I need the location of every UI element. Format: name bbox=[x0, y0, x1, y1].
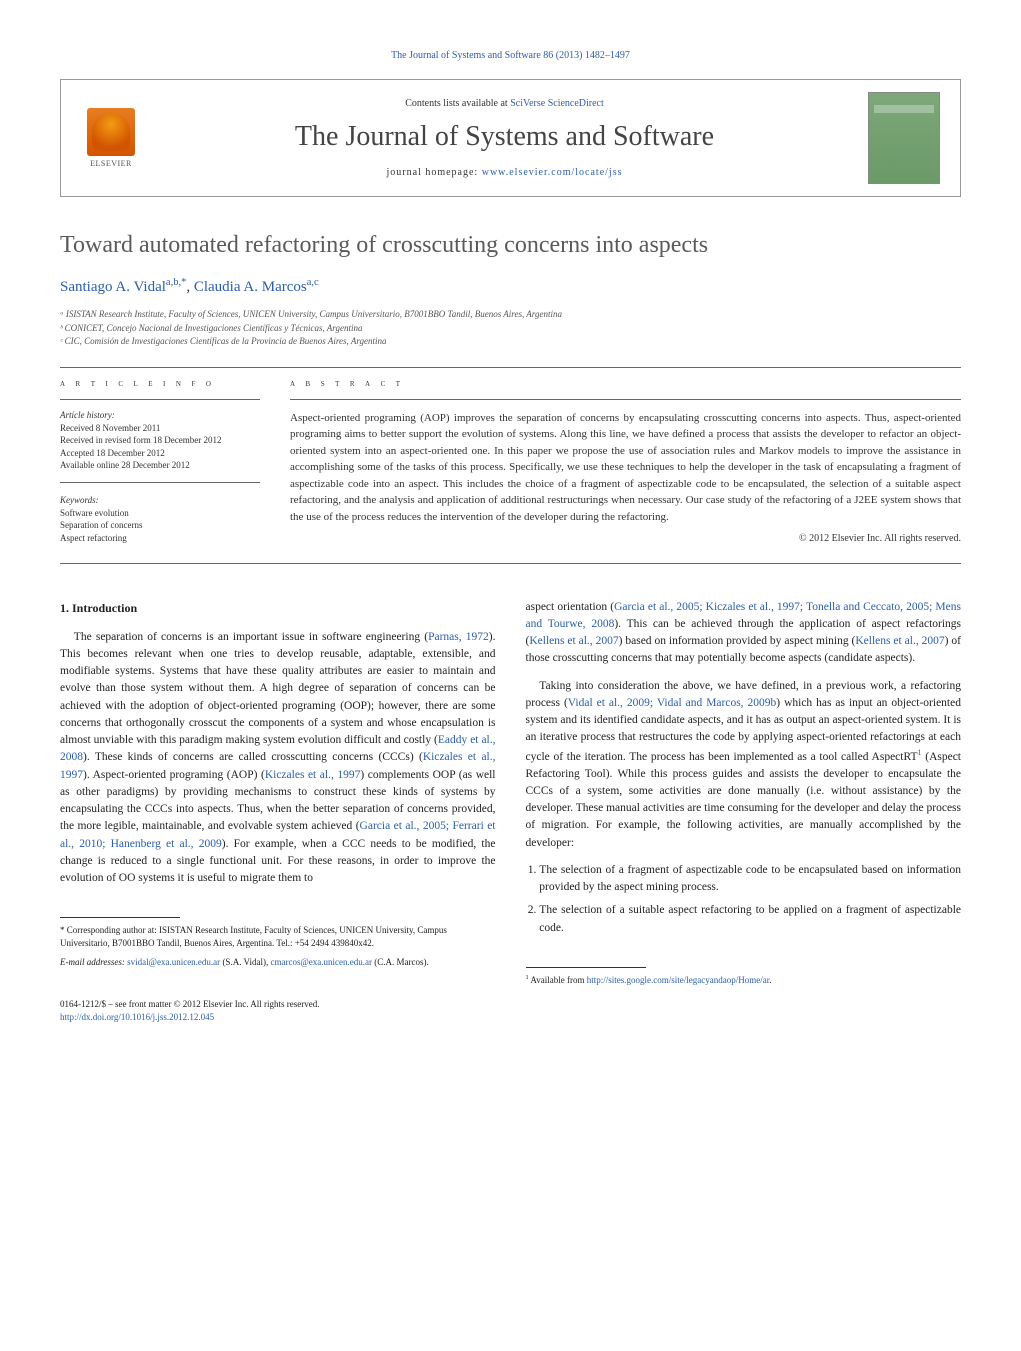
footnote-1: 1 Available from http://sites.google.com… bbox=[526, 974, 962, 987]
authors-line: Santiago A. Vidala,b,*, Claudia A. Marco… bbox=[60, 277, 961, 296]
abstract-rule bbox=[290, 399, 961, 400]
journal-homepage-line: journal homepage: www.elsevier.com/locat… bbox=[161, 167, 848, 178]
intro-text-a: The separation of concerns is an importa… bbox=[74, 631, 428, 643]
article-info-header: A R T I C L E I N F O bbox=[60, 378, 260, 389]
history-revised: Received in revised form 18 December 201… bbox=[60, 434, 260, 447]
contents-prefix: Contents lists available at bbox=[405, 98, 510, 109]
body-column-right: aspect orientation (Garcia et al., 2005;… bbox=[526, 599, 962, 1024]
email-marcos-who: (C.A. Marcos). bbox=[372, 957, 429, 967]
contents-available-line: Contents lists available at SciVerse Sci… bbox=[161, 98, 848, 109]
author-separator: , bbox=[186, 279, 194, 295]
author-1-affiliations: a,b, bbox=[166, 277, 181, 288]
body-column-left: 1. Introduction The separation of concer… bbox=[60, 599, 496, 1024]
intro-paragraph-1-cont: aspect orientation (Garcia et al., 2005;… bbox=[526, 599, 962, 668]
info-rule-2 bbox=[60, 482, 260, 483]
header-citation: The Journal of Systems and Software 86 (… bbox=[60, 50, 961, 61]
elsevier-label: ELSEVIER bbox=[90, 159, 132, 168]
author-1-name[interactable]: Santiago A. Vidal bbox=[60, 279, 166, 295]
article-info-block: A R T I C L E I N F O Article history: R… bbox=[60, 378, 260, 545]
affiliation-c: ᶜ CIC, Comisión de Investigaciones Cient… bbox=[60, 335, 961, 349]
footnote-1-text-a: Available from bbox=[529, 975, 587, 985]
list-item-2: The selection of a suitable aspect refac… bbox=[539, 902, 961, 937]
email-vidal[interactable]: svidal@exa.unicen.edu.ar bbox=[127, 957, 220, 967]
elsevier-logo: ELSEVIER bbox=[81, 103, 141, 173]
history-online: Available online 28 December 2012 bbox=[60, 459, 260, 472]
abstract-header: A B S T R A C T bbox=[290, 378, 961, 389]
article-title: Toward automated refactoring of crosscut… bbox=[60, 232, 961, 259]
history-accepted: Accepted 18 December 2012 bbox=[60, 447, 260, 460]
intro-text-b: ). This becomes relevant when one tries … bbox=[60, 631, 496, 747]
doi-block: 0164-1212/$ – see front matter © 2012 El… bbox=[60, 998, 496, 1023]
footnote-corresponding: * Corresponding author at: ISISTAN Resea… bbox=[60, 924, 496, 949]
intro-text-c: ). These kinds of concerns are called cr… bbox=[83, 751, 423, 763]
author-2-affiliations: a,c bbox=[307, 277, 319, 288]
abstract-copyright: © 2012 Elsevier Inc. All rights reserved… bbox=[290, 533, 961, 544]
col2p2-text-c: (Aspect Refactoring Tool). While this pr… bbox=[526, 750, 962, 848]
journal-header-box: ELSEVIER Contents lists available at Sci… bbox=[60, 79, 961, 197]
email-vidal-who: (S.A. Vidal), bbox=[220, 957, 270, 967]
affiliation-a: ᵃ ISISTAN Research Institute, Faculty of… bbox=[60, 308, 961, 322]
sciencedirect-link[interactable]: SciVerse ScienceDirect bbox=[510, 98, 604, 109]
footnote-emails: E-mail addresses: svidal@exa.unicen.edu.… bbox=[60, 956, 496, 969]
keyword-3: Aspect refactoring bbox=[60, 532, 260, 545]
keyword-1: Software evolution bbox=[60, 507, 260, 520]
homepage-prefix: journal homepage: bbox=[387, 167, 482, 178]
ref-kellens-2007b[interactable]: Kellens et al., 2007 bbox=[855, 635, 944, 647]
intro-paragraph-1: The separation of concerns is an importa… bbox=[60, 629, 496, 888]
email-label: E-mail addresses: bbox=[60, 957, 127, 967]
manual-activities-list: The selection of a fragment of aspectiza… bbox=[526, 862, 962, 937]
col2-text-c: ) based on information provided by aspec… bbox=[619, 635, 856, 647]
journal-homepage-link[interactable]: www.elsevier.com/locate/jss bbox=[482, 167, 623, 178]
email-marcos[interactable]: cmarcos@exa.unicen.edu.ar bbox=[270, 957, 372, 967]
affiliation-b: ᵇ CONICET, Concejo Nacional de Investiga… bbox=[60, 322, 961, 336]
keyword-2: Separation of concerns bbox=[60, 519, 260, 532]
abstract-text: Aspect-oriented programing (AOP) improve… bbox=[290, 410, 961, 526]
intro-text-d: ). Aspect-oriented programing (AOP) ( bbox=[83, 769, 265, 781]
journal-title: The Journal of Systems and Software bbox=[161, 121, 848, 153]
section-1-heading: 1. Introduction bbox=[60, 599, 496, 617]
footnote-1-link[interactable]: http://sites.google.com/site/legacyandao… bbox=[587, 975, 769, 985]
ref-vidal-2009[interactable]: Vidal et al., 2009; Vidal and Marcos, 20… bbox=[568, 697, 777, 709]
doi-link[interactable]: http://dx.doi.org/10.1016/j.jss.2012.12.… bbox=[60, 1011, 496, 1024]
journal-cover-thumbnail bbox=[868, 92, 940, 184]
issn-copyright-line: 0164-1212/$ – see front matter © 2012 El… bbox=[60, 998, 496, 1011]
ref-parnas-1972[interactable]: Parnas, 1972 bbox=[428, 631, 489, 643]
ref-kellens-2007a[interactable]: Kellens et al., 2007 bbox=[529, 635, 618, 647]
footnote-1-text-b: . bbox=[769, 975, 771, 985]
keywords-label: Keywords: bbox=[60, 495, 260, 505]
footnote-rule-right bbox=[526, 967, 646, 968]
info-abstract-row: A R T I C L E I N F O Article history: R… bbox=[60, 378, 961, 545]
body-columns: 1. Introduction The separation of concer… bbox=[60, 599, 961, 1024]
col2-text-a: aspect orientation ( bbox=[526, 601, 615, 613]
abstract-block: A B S T R A C T Aspect-oriented programi… bbox=[290, 378, 961, 545]
ref-kiczales-1997b[interactable]: Kiczales et al., 1997 bbox=[265, 769, 361, 781]
history-label: Article history: bbox=[60, 410, 260, 420]
author-2-name[interactable]: Claudia A. Marcos bbox=[194, 279, 307, 295]
intro-paragraph-2: Taking into consideration the above, we … bbox=[526, 678, 962, 852]
affiliations-block: ᵃ ISISTAN Research Institute, Faculty of… bbox=[60, 308, 961, 349]
journal-center-block: Contents lists available at SciVerse Sci… bbox=[161, 98, 848, 178]
footnote-rule-left bbox=[60, 917, 180, 918]
section-rule-bottom bbox=[60, 563, 961, 564]
elsevier-tree-icon bbox=[87, 108, 135, 156]
section-rule-top bbox=[60, 367, 961, 368]
list-item-1: The selection of a fragment of aspectiza… bbox=[539, 862, 961, 897]
history-received: Received 8 November 2011 bbox=[60, 422, 260, 435]
info-rule bbox=[60, 399, 260, 400]
